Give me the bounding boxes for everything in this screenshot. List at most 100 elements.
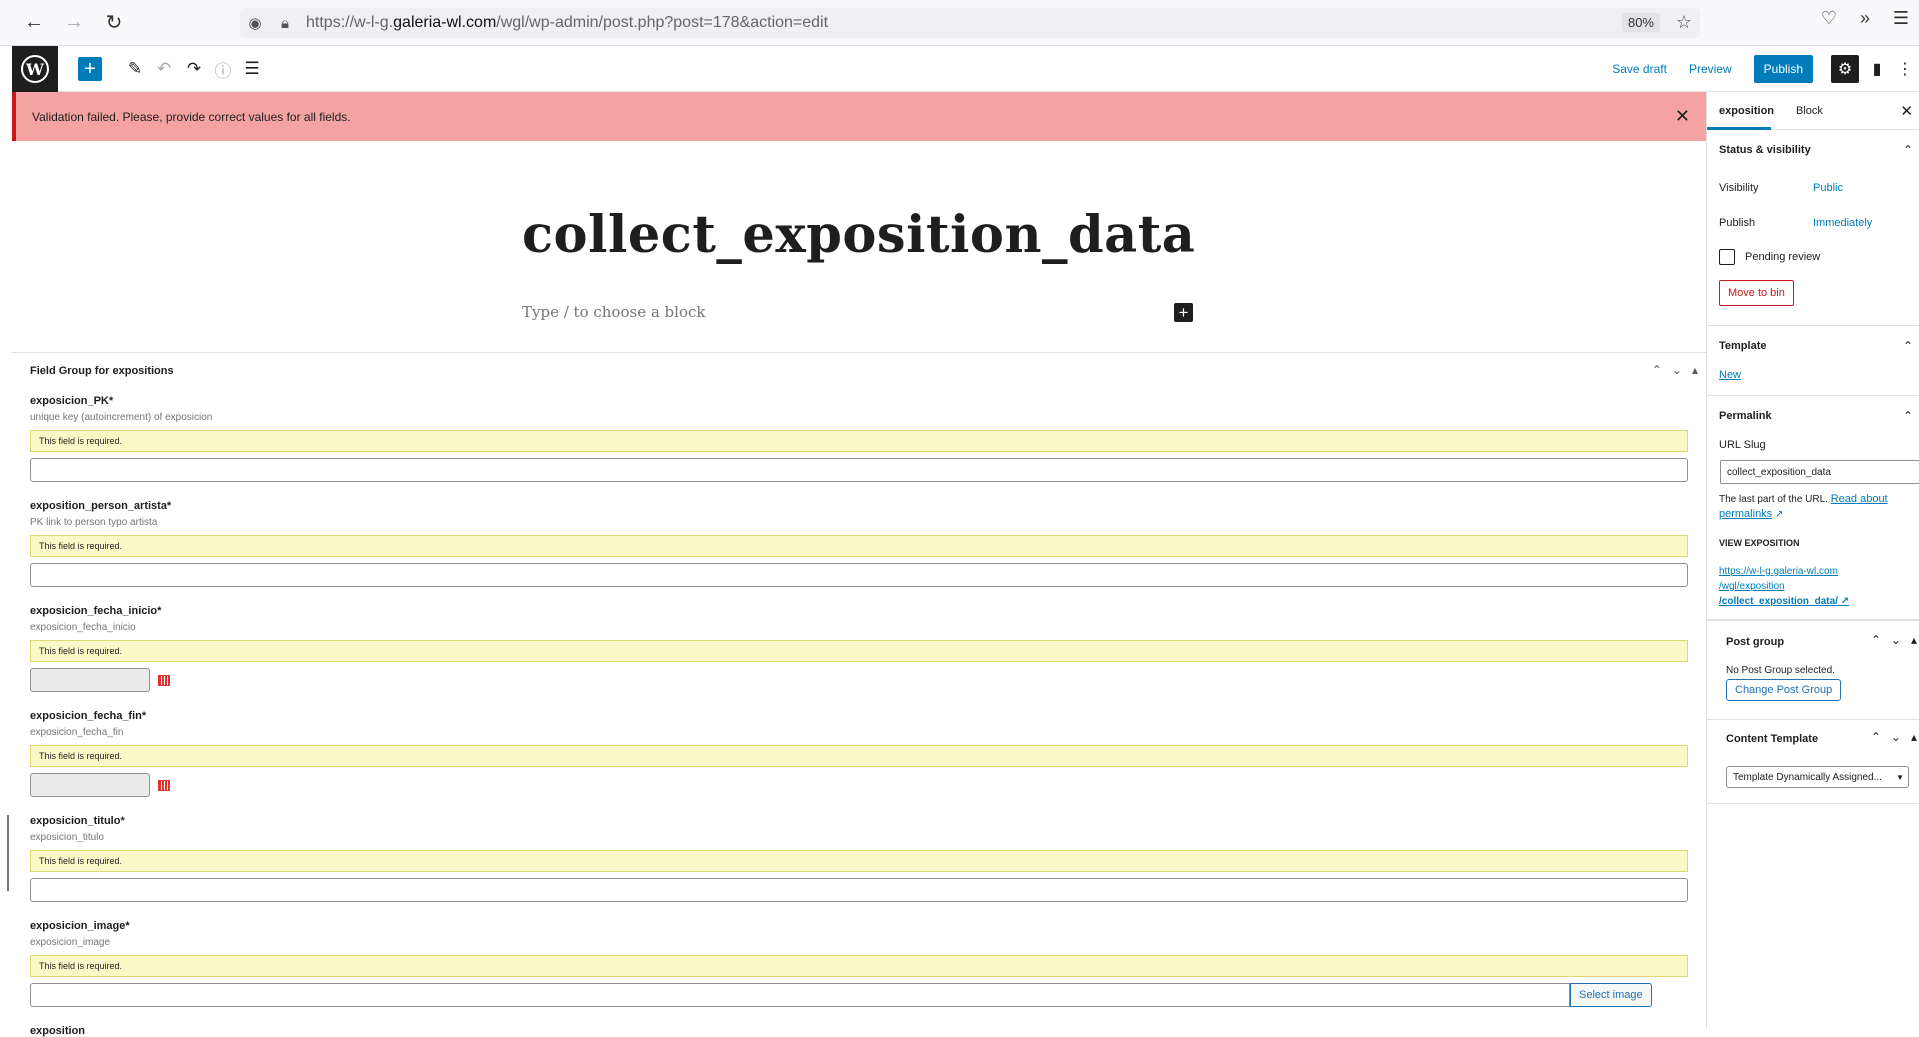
post-group-status: No Post Group selected. — [1726, 665, 1835, 676]
panel-title[interactable]: Status & visibility — [1719, 144, 1811, 156]
hamburger-menu-icon[interactable]: ☰ — [1883, 8, 1919, 29]
field-description: exposicion_fecha_fin — [30, 727, 124, 738]
bookmark-star-icon[interactable]: ☆ — [1676, 12, 1692, 33]
post-group-panel: Post group ⌃ ⌄ ▴ No Post Group selected.… — [1707, 620, 1919, 720]
view-url-slug[interactable]: /collect_exposition_data/ — [1719, 596, 1838, 607]
chevron-up-icon[interactable]: ⌃ — [1903, 339, 1913, 353]
reload-icon[interactable]: ↻ — [96, 5, 132, 41]
calendar-icon[interactable] — [158, 674, 170, 686]
publish-label: Publish — [1719, 217, 1756, 229]
save-draft-button[interactable]: Save draft — [1612, 62, 1667, 76]
move-up-icon[interactable]: ⌃ — [1871, 730, 1881, 744]
external-link-icon: ↗ — [1772, 509, 1784, 520]
pending-review-checkbox[interactable] — [1719, 249, 1735, 265]
settings-gear-icon[interactable]: ⚙ — [1831, 55, 1859, 83]
more-options-icon[interactable]: ⋮ — [1891, 55, 1919, 83]
url-slug-input[interactable]: collect_exposition_data — [1720, 460, 1919, 484]
fecha-fin-date-input[interactable] — [30, 773, 150, 797]
collapse-toggle-icon[interactable]: ▴ — [1692, 363, 1698, 377]
lock-icon[interactable]: 🔒︎ — [270, 15, 300, 32]
select-image-button[interactable]: Select image — [1570, 983, 1652, 1007]
close-icon[interactable]: ✕ — [1675, 106, 1690, 127]
validation-error-notice: Validation failed. Please, provide corre… — [12, 92, 1706, 141]
tools-pencil-icon[interactable]: ✎ — [123, 57, 147, 81]
exposicion-pk-input[interactable] — [30, 458, 1688, 482]
browser-toolbar: ← → ↻ ◉ 🔒︎ https://w-l-g.galeria-wl.com/… — [0, 0, 1919, 46]
tab-exposition[interactable]: exposition — [1719, 105, 1774, 117]
image-url-input[interactable] — [30, 983, 1570, 1007]
external-link-icon: ↗ — [1837, 596, 1850, 607]
pending-review-label: Pending review — [1745, 251, 1821, 263]
publish-button[interactable]: Publish — [1753, 55, 1813, 83]
calendar-icon[interactable] — [158, 779, 170, 791]
field-label: exposicion_image* — [30, 920, 130, 932]
settings-sidebar: exposition Block ✕ Status & visibility ⌃… — [1706, 92, 1919, 1029]
collapse-toggle-icon[interactable]: ▴ — [1911, 633, 1917, 647]
redo-icon[interactable]: ↷ — [182, 57, 206, 81]
add-block-icon[interactable]: + — [1174, 303, 1193, 322]
details-info-icon[interactable]: ⓘ — [211, 57, 235, 81]
tab-block[interactable]: Block — [1796, 105, 1823, 117]
new-template-link[interactable]: New — [1719, 369, 1741, 381]
titulo-input[interactable] — [30, 878, 1688, 902]
chevron-up-icon[interactable]: ⌃ — [1903, 143, 1913, 157]
block-inserter-toggle[interactable]: + — [78, 57, 102, 81]
post-title[interactable]: collect_exposition_data — [522, 205, 1195, 265]
person-artista-input[interactable] — [30, 563, 1688, 587]
fecha-inicio-date-input[interactable] — [30, 668, 150, 692]
field-label: exposicion_titulo* — [30, 815, 125, 827]
move-up-icon[interactable]: ⌃ — [1871, 633, 1881, 647]
change-post-group-button[interactable]: Change Post Group — [1726, 679, 1842, 701]
chevron-up-icon[interactable]: ⌃ — [1903, 409, 1913, 423]
field-exposicion-fecha-fin: exposicion_fecha_fin* exposicion_fecha_f… — [30, 710, 1688, 797]
view-url-line[interactable]: /collect_exposition_data/ ↗ — [1719, 594, 1849, 609]
permalink-help-text: The last part of the URL. — [1719, 494, 1828, 505]
field-error: This field is required. — [30, 535, 1688, 557]
list-view-icon[interactable]: ☰ — [240, 57, 264, 81]
field-description: exposicion_image — [30, 937, 111, 948]
back-icon[interactable]: ← — [16, 5, 52, 41]
view-post-link[interactable]: https://w-l-g.galeria-wl.com /wgl/exposi… — [1719, 564, 1849, 609]
selected-value: Template Dynamically Assigned... — [1733, 771, 1882, 783]
field-exposicion-pk: exposicion_PK* unique key (autoincrement… — [30, 395, 1688, 482]
overflow-chevron-icon[interactable]: » — [1847, 8, 1883, 29]
undo-icon[interactable]: ↶ — [152, 57, 176, 81]
panel-title[interactable]: Template — [1719, 340, 1766, 352]
collapse-toggle-icon[interactable]: ▴ — [1911, 730, 1917, 744]
url-slug-label: URL Slug — [1719, 439, 1766, 451]
field-description: exposicion_fecha_inicio — [30, 622, 136, 633]
address-bar[interactable]: ◉ 🔒︎ https://w-l-g.galeria-wl.com/wgl/wp… — [240, 8, 1700, 38]
move-down-icon[interactable]: ⌄ — [1891, 633, 1901, 647]
publish-date-toggle[interactable]: Immediately — [1813, 217, 1872, 229]
move-to-bin-button[interactable]: Move to bin — [1719, 280, 1794, 306]
view-url-line[interactable]: https://w-l-g.galeria-wl.com — [1719, 564, 1849, 579]
field-label: exposicion_fecha_fin* — [30, 710, 147, 722]
wordpress-logo[interactable]: W — [12, 46, 58, 92]
panel-title[interactable]: Permalink — [1719, 410, 1772, 422]
forward-icon[interactable]: → — [56, 5, 92, 41]
plugin-icon[interactable]: ▮ — [1863, 55, 1891, 83]
visibility-toggle[interactable]: Public — [1813, 182, 1843, 194]
block-appender[interactable]: Type / to choose a block — [522, 303, 705, 321]
move-down-icon[interactable]: ⌄ — [1672, 363, 1682, 377]
close-sidebar-icon[interactable]: ✕ — [1900, 102, 1913, 120]
view-url-line[interactable]: /wgl/exposition — [1719, 579, 1849, 594]
field-exposicion-image: exposicion_image* exposicion_image This … — [30, 920, 1688, 1007]
url-text[interactable]: https://w-l-g.galeria-wl.com/wgl/wp-admi… — [306, 14, 828, 32]
pocket-icon[interactable]: ♡ — [1811, 8, 1847, 29]
view-heading: VIEW EXPOSITION — [1719, 538, 1800, 548]
field-description: PK link to person typo artista — [30, 517, 158, 528]
move-down-icon[interactable]: ⌄ — [1891, 730, 1901, 744]
preview-button[interactable]: Preview — [1689, 62, 1732, 76]
field-description: unique key (autoincrement) of exposicion — [30, 412, 213, 423]
wordpress-icon: W — [21, 55, 49, 83]
shield-icon[interactable]: ◉ — [240, 14, 270, 32]
field-label: exposition_person_artista* — [30, 500, 172, 512]
content-template-select[interactable]: Template Dynamically Assigned... ▼ — [1726, 766, 1909, 788]
zoom-level[interactable]: 80% — [1621, 13, 1660, 32]
field-error: This field is required. — [30, 955, 1688, 977]
field-exposition-person-artista: exposition_person_artista* PK link to pe… — [30, 500, 1688, 587]
permalink-panel: Permalink ⌃ URL Slug collect_exposition_… — [1707, 396, 1919, 620]
scrollbar[interactable] — [7, 815, 9, 891]
move-up-icon[interactable]: ⌃ — [1652, 363, 1662, 377]
